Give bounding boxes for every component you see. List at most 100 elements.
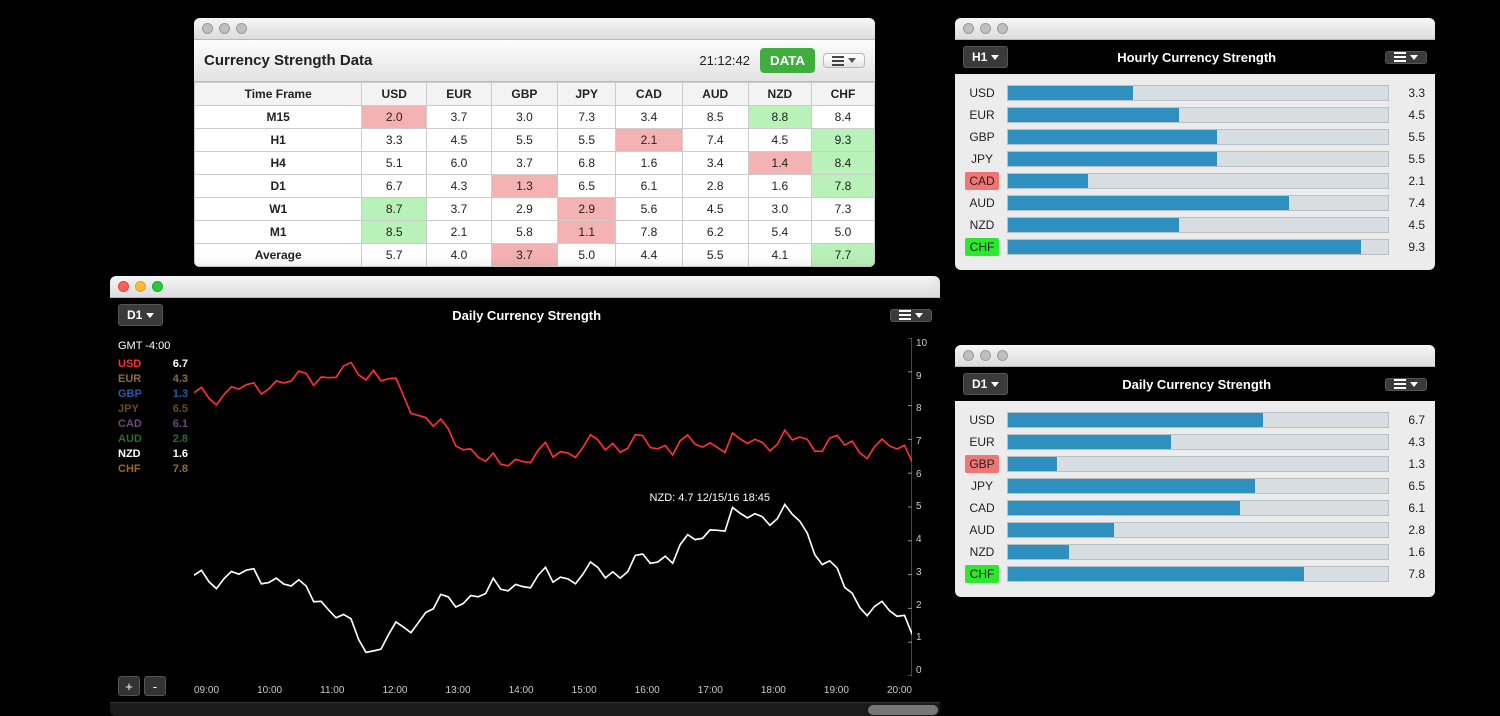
hamburger-icon — [1394, 56, 1406, 58]
traffic-light-minimize[interactable] — [980, 350, 991, 361]
bar-track — [1007, 412, 1389, 428]
bar-value: 1.3 — [1397, 457, 1425, 471]
chart-plot-area[interactable] — [194, 338, 912, 676]
legend-value: 4.3 — [173, 373, 188, 385]
traffic-light-close[interactable] — [963, 23, 974, 34]
chevron-down-icon — [1410, 382, 1418, 387]
y-tick: 8 — [916, 403, 936, 414]
timeframe-select[interactable]: D1 — [118, 304, 163, 326]
value-cell: 3.7 — [491, 244, 557, 267]
value-cell: 7.7 — [811, 244, 874, 267]
table-header-cell: Time Frame — [195, 83, 362, 106]
bar-value: 2.1 — [1397, 174, 1425, 188]
bar-row: CAD2.1 — [965, 172, 1425, 190]
value-cell: 5.5 — [491, 129, 557, 152]
traffic-light-zoom[interactable] — [997, 23, 1008, 34]
legend-value: 6.7 — [173, 358, 188, 370]
value-cell: 5.5 — [558, 129, 616, 152]
daily-strength-chart-window: D1 Daily Currency Strength GMT -4:00 USD… — [110, 276, 940, 716]
bar-track — [1007, 500, 1389, 516]
legend-row[interactable]: USD6.7 — [118, 358, 188, 370]
value-cell: 7.3 — [811, 198, 874, 221]
legend-row[interactable]: NZD1.6 — [118, 448, 188, 460]
traffic-light-minimize[interactable] — [980, 23, 991, 34]
traffic-light-close[interactable] — [118, 281, 129, 292]
value-cell: 5.7 — [362, 244, 427, 267]
chevron-down-icon — [146, 313, 154, 318]
timeframe-select[interactable]: H1 — [963, 46, 1008, 68]
value-cell: 1.4 — [748, 152, 811, 175]
hamburger-icon — [1394, 383, 1406, 385]
currency-label: USD — [965, 411, 999, 429]
traffic-light-zoom[interactable] — [152, 281, 163, 292]
legend-value: 1.6 — [173, 448, 188, 460]
value-cell: 6.8 — [558, 152, 616, 175]
legend-row[interactable]: CAD6.1 — [118, 418, 188, 430]
panel-title: Daily Currency Strength — [1016, 377, 1377, 392]
bar-value: 6.5 — [1397, 479, 1425, 493]
value-cell: 3.7 — [491, 152, 557, 175]
traffic-light-minimize[interactable] — [219, 23, 230, 34]
bar-fill — [1008, 567, 1304, 581]
bar-row: GBP1.3 — [965, 455, 1425, 473]
bar-fill — [1008, 435, 1171, 449]
table-row: H45.16.03.76.81.63.41.48.4 — [195, 152, 875, 175]
legend-row[interactable]: EUR4.3 — [118, 373, 188, 385]
timeframe-select[interactable]: D1 — [963, 373, 1008, 395]
x-axis-ticks: 09:0010:0011:0012:0013:0014:0015:0016:00… — [194, 685, 912, 696]
y-tick: 0 — [916, 665, 936, 676]
menu-button[interactable] — [890, 309, 932, 322]
value-cell: 7.4 — [682, 129, 748, 152]
legend-row[interactable]: JPY6.5 — [118, 403, 188, 415]
traffic-light-close[interactable] — [202, 23, 213, 34]
bar-track — [1007, 85, 1389, 101]
value-cell: 4.3 — [427, 175, 492, 198]
bar-track — [1007, 239, 1389, 255]
bar-row: EUR4.5 — [965, 106, 1425, 124]
bar-track — [1007, 522, 1389, 538]
currency-label: CAD — [965, 499, 999, 517]
traffic-light-minimize[interactable] — [135, 281, 146, 292]
value-cell: 6.1 — [616, 175, 682, 198]
menu-button[interactable] — [823, 53, 865, 68]
x-tick: 10:00 — [257, 685, 282, 696]
value-cell: 2.9 — [491, 198, 557, 221]
chart-content: GMT -4:00 USD6.7 EUR4.3 GBP1.3 JPY6.5 CAD6.1… — [110, 332, 940, 702]
chevron-down-icon — [915, 313, 923, 318]
currency-label: JPY — [965, 150, 999, 168]
legend-symbol: AUD — [118, 433, 142, 445]
legend-row[interactable]: CHF7.8 — [118, 463, 188, 475]
traffic-light-zoom[interactable] — [236, 23, 247, 34]
legend-row[interactable]: GBP1.3 — [118, 388, 188, 400]
traffic-light-close[interactable] — [963, 350, 974, 361]
value-cell: 6.0 — [427, 152, 492, 175]
menu-button[interactable] — [1385, 51, 1427, 64]
zoom-in-button[interactable]: + — [118, 676, 140, 696]
x-tick: 19:00 — [824, 685, 849, 696]
timeframe-label: D1 — [127, 308, 142, 322]
bar-row: USD3.3 — [965, 84, 1425, 102]
bar-fill — [1008, 86, 1133, 100]
zoom-out-button[interactable]: - — [144, 676, 166, 696]
x-tick: 17:00 — [698, 685, 723, 696]
timezone-label: GMT -4:00 — [118, 340, 188, 352]
zoom-controls: + - — [118, 676, 166, 696]
traffic-light-zoom[interactable] — [997, 350, 1008, 361]
menu-button[interactable] — [1385, 378, 1427, 391]
bar-row: CAD 6.1 — [965, 499, 1425, 517]
bar-track — [1007, 129, 1389, 145]
data-button[interactable]: DATA — [760, 48, 815, 73]
bar-track — [1007, 195, 1389, 211]
scrollbar-thumb[interactable] — [868, 705, 938, 715]
x-tick: 11:00 — [320, 685, 344, 696]
table-header-cell: CAD — [616, 83, 682, 106]
legend-row[interactable]: AUD2.8 — [118, 433, 188, 445]
bar-track — [1007, 566, 1389, 582]
table-row: D16.74.31.36.56.12.81.67.8 — [195, 175, 875, 198]
bar-fill — [1008, 196, 1289, 210]
bar-fill — [1008, 457, 1057, 471]
window-titlebar — [955, 18, 1435, 40]
horizontal-scrollbar[interactable] — [110, 702, 940, 716]
bar-value: 6.1 — [1397, 501, 1425, 515]
bar-row: EUR4.3 — [965, 433, 1425, 451]
